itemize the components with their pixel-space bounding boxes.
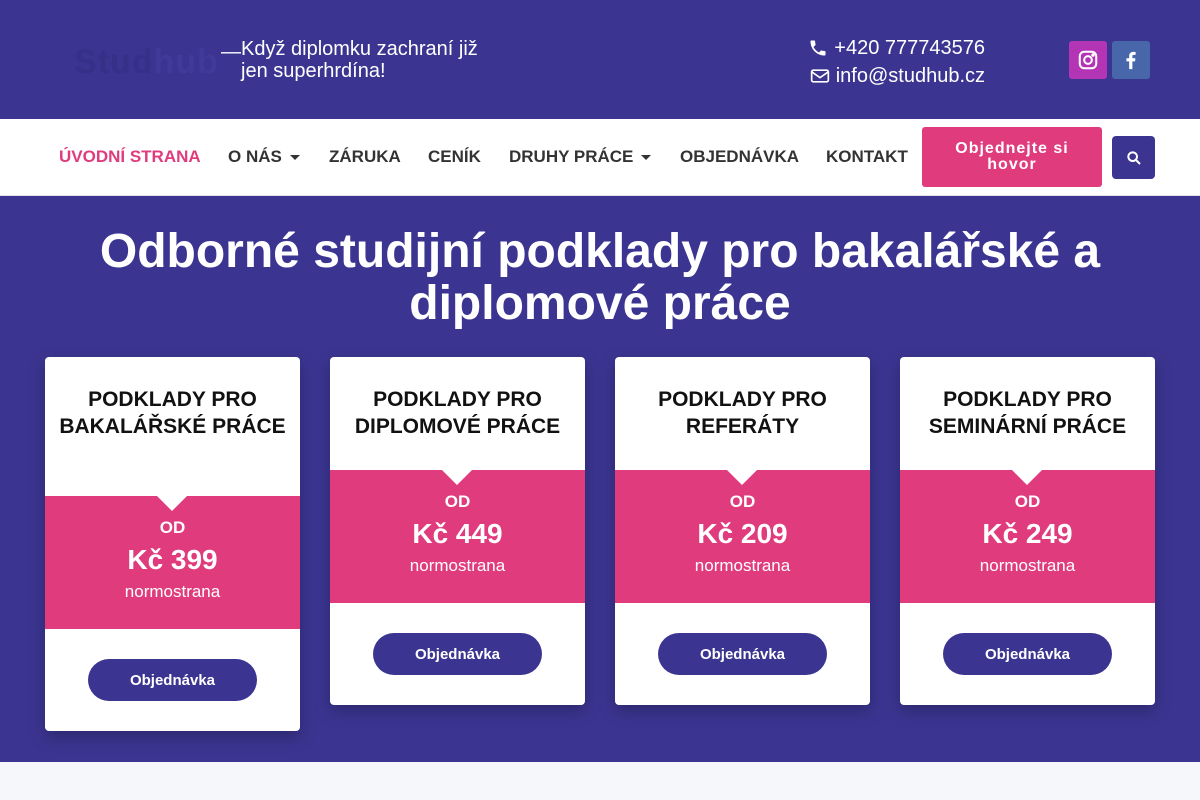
- price-prefix: OD: [729, 492, 756, 511]
- nav-label-guarantee: ZÁRUKA: [329, 147, 401, 166]
- hero-section: Odborné studijní podklady pro bakalářské…: [0, 196, 1200, 762]
- price-value: Kč 249: [982, 518, 1073, 549]
- order-button[interactable]: Objednávka: [943, 633, 1112, 675]
- logo-text-1: Stud: [74, 43, 154, 81]
- facebook-button[interactable]: [1112, 41, 1150, 79]
- price-unit: normostrana: [409, 556, 506, 575]
- chevron-down-icon: [641, 154, 652, 160]
- order-button[interactable]: Objednávka: [658, 633, 827, 675]
- facebook-icon: [1126, 51, 1136, 70]
- tagline-dash: —: [221, 41, 241, 63]
- pricing-card-bachelor: PODKLADY PRO BAKALÁŘSKÉ PRÁCE OD Kč 399 …: [45, 357, 300, 731]
- card-title: PODKLADY PRO DIPLOMOVÉ PRÁCE: [354, 388, 561, 438]
- nav-item-order[interactable]: OBJEDNÁVKA: [680, 147, 799, 167]
- price-band: OD Kč 249 normostrana: [900, 470, 1155, 603]
- pricing-card-seminar: PODKLADY PRO SEMINÁRNÍ PRÁCE OD Kč 249 n…: [900, 357, 1155, 705]
- order-button[interactable]: Objednávka: [88, 659, 257, 701]
- nav-label-home: ÚVODNÍ STRANA: [59, 147, 201, 166]
- request-call-button[interactable]: Objednejte si hovor: [922, 127, 1102, 187]
- nav-label-pricing: CENÍK: [428, 147, 481, 166]
- nav-item-home[interactable]: ÚVODNÍ STRANA: [59, 147, 201, 167]
- card-title: PODKLADY PRO REFERÁTY: [658, 388, 827, 438]
- price-unit: normostrana: [124, 582, 221, 601]
- contact-info: +420 777743576 info@studhub.cz: [808, 34, 985, 90]
- site-logo[interactable]: Studhub: [74, 42, 219, 82]
- price-value: Kč 209: [697, 518, 788, 549]
- email-link[interactable]: info@studhub.cz: [808, 62, 985, 90]
- search-icon: [1126, 150, 1141, 165]
- email-address: info@studhub.cz: [835, 65, 985, 87]
- nav-label-work-types: DRUHY PRÁCE: [509, 147, 634, 166]
- main-nav: ÚVODNÍ STRANA O NÁS ZÁRUKA CENÍK DRUHY P…: [0, 119, 1200, 196]
- next-section: [0, 762, 1200, 800]
- phone-number: +420 777743576: [834, 37, 985, 59]
- nav-item-pricing[interactable]: CENÍK: [428, 147, 481, 167]
- instagram-icon: [1078, 50, 1098, 70]
- price-band: OD Kč 399 normostrana: [45, 496, 300, 629]
- card-title: PODKLADY PRO SEMINÁRNÍ PRÁCE: [928, 388, 1127, 438]
- top-header: Studhub — Když diplomku zachraní již jen…: [0, 0, 1200, 119]
- nav-item-guarantee[interactable]: ZÁRUKA: [329, 147, 401, 167]
- chevron-down-icon: [289, 154, 300, 160]
- nav-item-contact[interactable]: KONTAKT: [826, 147, 908, 167]
- tagline: Když diplomku zachraní již jen superhrdí…: [241, 38, 478, 82]
- card-title: PODKLADY PRO BAKALÁŘSKÉ PRÁCE: [59, 388, 286, 438]
- nav-label-order: OBJEDNÁVKA: [680, 147, 800, 166]
- price-prefix: OD: [159, 518, 186, 537]
- instagram-button[interactable]: [1069, 41, 1107, 79]
- price-unit: normostrana: [694, 556, 791, 575]
- nav-item-about[interactable]: O NÁS: [228, 147, 300, 167]
- card-footer: Objednávka: [900, 603, 1155, 705]
- nav-item-work-types[interactable]: DRUHY PRÁCE: [509, 147, 652, 167]
- card-footer: Objednávka: [45, 629, 300, 731]
- logo-text-2: hub: [153, 43, 219, 81]
- phone-icon: [810, 40, 826, 56]
- pricing-card-diploma: PODKLADY PRO DIPLOMOVÉ PRÁCE OD Kč 449 n…: [330, 357, 585, 705]
- hero-title: Odborné studijní podklady pro bakalářské…: [99, 225, 1101, 330]
- price-value: Kč 399: [127, 544, 218, 575]
- phone-link[interactable]: +420 777743576: [808, 34, 985, 62]
- pricing-card-reports: PODKLADY PRO REFERÁTY OD Kč 209 normostr…: [615, 357, 870, 705]
- nav-label-contact: KONTAKT: [826, 147, 908, 166]
- order-button[interactable]: Objednávka: [373, 633, 542, 675]
- price-band: OD Kč 209 normostrana: [615, 470, 870, 603]
- price-unit: normostrana: [979, 556, 1076, 575]
- price-prefix: OD: [444, 492, 471, 511]
- price-band: OD Kč 449 normostrana: [330, 470, 585, 603]
- nav-label-about: O NÁS: [228, 147, 282, 166]
- card-footer: Objednávka: [615, 603, 870, 705]
- search-button[interactable]: [1112, 136, 1155, 179]
- price-prefix: OD: [1014, 492, 1041, 511]
- card-footer: Objednávka: [330, 603, 585, 705]
- envelope-icon: [810, 69, 829, 83]
- price-value: Kč 449: [412, 518, 503, 549]
